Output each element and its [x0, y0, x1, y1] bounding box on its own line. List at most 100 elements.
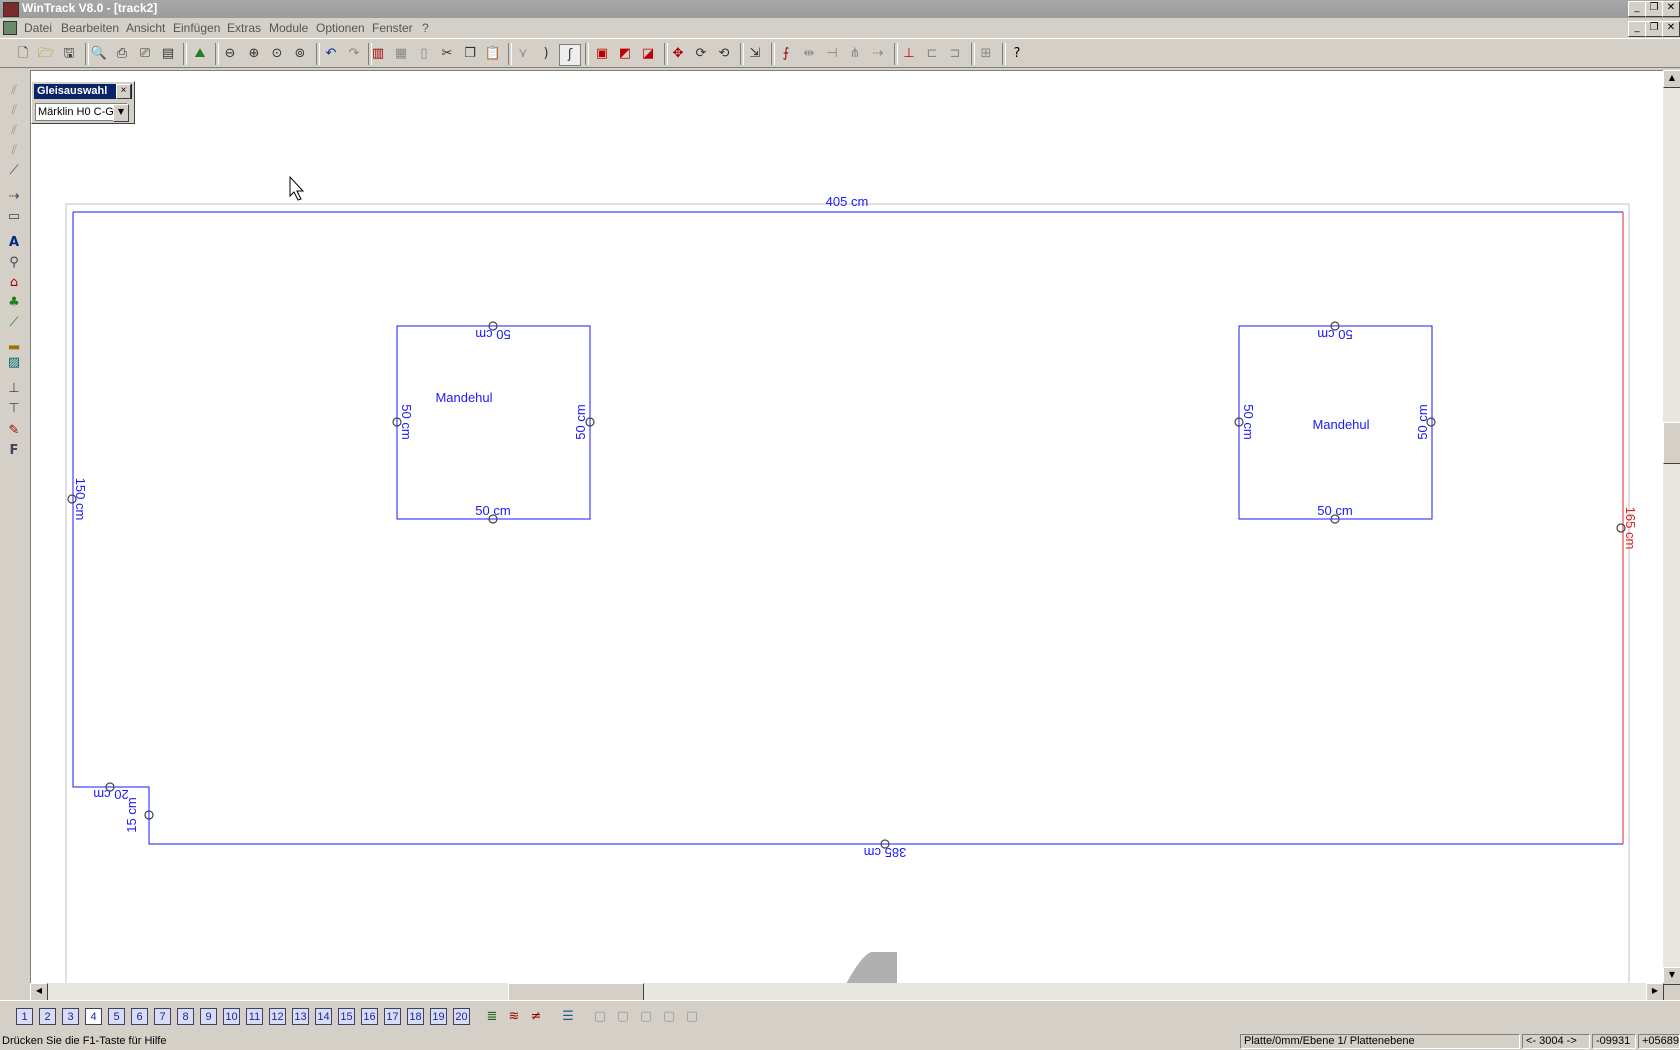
track-tool-3-icon[interactable]: ⫽ — [4, 122, 24, 140]
layer-button-1[interactable]: 1 — [16, 1008, 33, 1025]
menu-datei[interactable]: Datei — [24, 21, 52, 35]
red-box-icon[interactable]: ▣ — [592, 44, 612, 64]
doc-minimize-button[interactable]: _ — [1628, 21, 1646, 37]
track-tool-4-icon[interactable]: ⫽ — [4, 142, 24, 160]
layer-button-12[interactable]: 12 — [269, 1008, 286, 1025]
align-icon[interactable]: ⨍ — [776, 44, 796, 64]
layer-button-9[interactable]: 9 — [200, 1008, 217, 1025]
track-tool-1-icon[interactable]: ⫽ — [4, 82, 24, 100]
section-icon[interactable]: ⊥ — [899, 44, 919, 64]
layer-button-8[interactable]: 8 — [177, 1008, 194, 1025]
grade-icon[interactable]: ⊐ — [945, 44, 965, 64]
picture-icon[interactable]: ▨ — [4, 354, 24, 372]
menu-optionen[interactable]: Optionen — [316, 21, 365, 35]
track-tool-2-icon[interactable]: ⫽ — [4, 102, 24, 120]
view-2-icon[interactable]: ▢ — [613, 1007, 633, 1027]
dimension-2-icon[interactable]: ⊤ — [4, 400, 24, 418]
scroll-down-icon[interactable]: ▼ — [1663, 967, 1680, 985]
layer-button-18[interactable]: 18 — [407, 1008, 424, 1025]
open-folder-icon[interactable]: 🗁 — [36, 44, 56, 64]
view-5-icon[interactable]: ▢ — [682, 1007, 702, 1027]
doc-close-button[interactable]: ✕ — [1662, 21, 1680, 37]
pencil-icon[interactable]: ✎ — [4, 422, 24, 440]
signal-icon[interactable]: ⚲ — [4, 254, 24, 272]
layer-button-13[interactable]: 13 — [292, 1008, 309, 1025]
table-icon[interactable]: ▯ — [414, 44, 434, 64]
zoom-out-icon[interactable]: ⊖ — [220, 44, 240, 64]
layer-button-16[interactable]: 16 — [361, 1008, 378, 1025]
layer-button-3[interactable]: 3 — [62, 1008, 79, 1025]
scroll-left-icon[interactable]: ◀ — [30, 983, 48, 1001]
menu-einfuegen[interactable]: Einfügen — [173, 21, 220, 35]
terrain-icon[interactable]: ▂ — [4, 334, 24, 352]
track-tool-5-icon[interactable]: ⟋ — [4, 162, 24, 180]
undo-icon[interactable]: ↶ — [321, 44, 341, 64]
scroll-up-icon[interactable]: ▲ — [1663, 70, 1680, 88]
vertical-scroll-thumb[interactable] — [1663, 422, 1680, 464]
print-preview-icon[interactable]: 🔍 — [89, 44, 109, 64]
track-list-icon[interactable]: ▥ — [368, 44, 388, 64]
layer-button-6[interactable]: 6 — [131, 1008, 148, 1025]
layer-button-10[interactable]: 10 — [223, 1008, 240, 1025]
layer-button-19[interactable]: 19 — [430, 1008, 447, 1025]
layer-button-5[interactable]: 5 — [108, 1008, 125, 1025]
print-setup-icon[interactable]: ⎚ — [135, 44, 155, 64]
menu-fenster[interactable]: Fenster — [372, 21, 413, 35]
horizontal-scrollbar[interactable]: ◀ ▶ — [30, 983, 1664, 1001]
font-icon[interactable]: F — [4, 442, 24, 460]
save-icon[interactable]: 🖫 — [59, 44, 79, 64]
copy-icon[interactable]: ❐ — [460, 44, 480, 64]
layer-button-7[interactable]: 7 — [154, 1008, 171, 1025]
new-file-icon[interactable]: 🗋 — [13, 44, 33, 64]
view-4-icon[interactable]: ▢ — [659, 1007, 679, 1027]
zoom-in-icon[interactable]: ⊕ — [244, 44, 264, 64]
dimension-icon[interactable]: ⊥ — [4, 380, 24, 398]
rotate-180-icon[interactable]: ⟲ — [714, 44, 734, 64]
platform-icon[interactable]: ▭ — [4, 208, 24, 226]
maximize-button[interactable]: ❐ — [1645, 1, 1663, 17]
minimize-button[interactable]: _ — [1628, 1, 1646, 17]
flex-track-icon[interactable]: ʃ — [559, 44, 581, 66]
red-stack-icon[interactable]: ◪ — [638, 44, 658, 64]
menu-module[interactable]: Module — [269, 21, 308, 35]
menu-extras[interactable]: Extras — [227, 21, 261, 35]
switch-icon[interactable]: ⋎ — [513, 44, 533, 64]
vertical-scrollbar[interactable]: ▲ ▼ — [1663, 70, 1680, 985]
scroll-right-icon[interactable]: ▶ — [1646, 983, 1664, 1001]
layer-button-4[interactable]: 4 — [85, 1008, 102, 1025]
split-icon[interactable]: ⊣ — [822, 44, 842, 64]
layers-pen-icon[interactable]: ≠ — [526, 1007, 546, 1027]
move-icon[interactable]: ✥ — [668, 44, 688, 64]
view-3-icon[interactable]: ▢ — [636, 1007, 656, 1027]
sign-icon[interactable]: ⇢ — [4, 188, 24, 206]
layer-stack-icon[interactable]: ☰ — [558, 1007, 578, 1027]
close-button[interactable]: ✕ — [1662, 1, 1680, 17]
snap-icon[interactable]: ⊞ — [976, 44, 996, 64]
menu-bearbeiten[interactable]: Bearbeiten — [61, 21, 119, 35]
calculator-icon[interactable]: ▤ — [158, 44, 178, 64]
help-icon[interactable]: ? — [1007, 44, 1027, 64]
connect-icon[interactable]: ⇹ — [799, 44, 819, 64]
menu-help[interactable]: ? — [422, 21, 429, 35]
horizontal-scroll-thumb[interactable] — [508, 983, 644, 1001]
curve-icon[interactable]: ) — [536, 44, 556, 64]
view-1-icon[interactable]: ▢ — [590, 1007, 610, 1027]
gleisauswahl-close-button[interactable]: × — [116, 84, 131, 99]
level-icon[interactable]: ⊏ — [922, 44, 942, 64]
tree-icon[interactable]: ♣ — [4, 294, 24, 312]
layer-button-2[interactable]: 2 — [39, 1008, 56, 1025]
chevron-down-icon[interactable]: ▼ — [113, 104, 129, 122]
red-layers-icon[interactable]: ◩ — [615, 44, 635, 64]
text-tool-icon[interactable]: A — [4, 234, 24, 252]
cut-icon[interactable]: ✂ — [437, 44, 457, 64]
layer-button-11[interactable]: 11 — [246, 1008, 263, 1025]
layer-button-15[interactable]: 15 — [338, 1008, 355, 1025]
landscape-tool-icon[interactable]: ⟋ — [4, 314, 24, 332]
join-icon[interactable]: ⋔ — [845, 44, 865, 64]
landscape-icon[interactable]: ⛰ — [190, 44, 210, 64]
zoom-all-icon[interactable]: ⊚ — [290, 44, 310, 64]
layer-button-20[interactable]: 20 — [453, 1008, 470, 1025]
extend-icon[interactable]: ⇢ — [868, 44, 888, 64]
measure-icon[interactable]: ⇲ — [745, 44, 765, 64]
drawing-canvas[interactable]: 405 cm 150 cm 165 cm 385 cm 20 cm 15 cm … — [30, 70, 1667, 985]
